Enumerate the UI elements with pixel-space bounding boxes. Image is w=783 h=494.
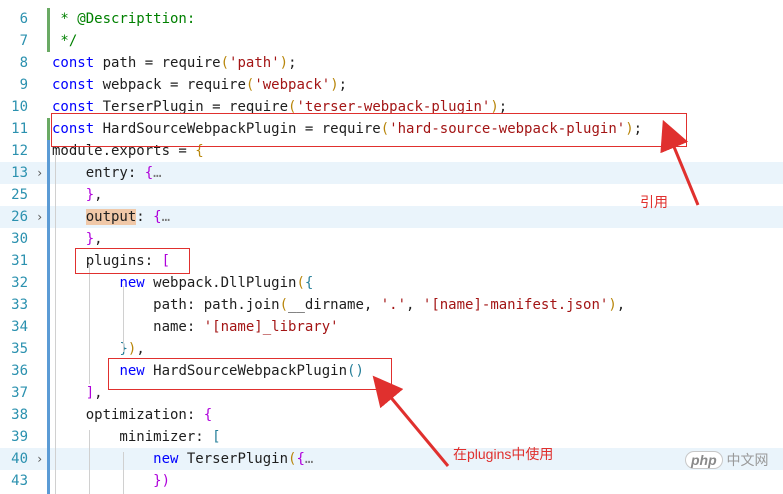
arrow-to-new-plugin xyxy=(372,375,450,467)
annotation-cite: 引用 xyxy=(640,194,668,210)
arrow-to-require xyxy=(660,119,700,206)
annotation-use-in-plugins: 在plugins中使用 xyxy=(453,446,554,462)
code-editor[interactable]: 6 * @Descripttion: 7 */8 const path = requ… xyxy=(0,0,783,494)
php-logo: php xyxy=(685,451,723,469)
watermark: php 中文网 xyxy=(685,450,769,470)
annotation-arrows xyxy=(372,119,700,467)
watermark-text: 中文网 xyxy=(726,452,769,468)
